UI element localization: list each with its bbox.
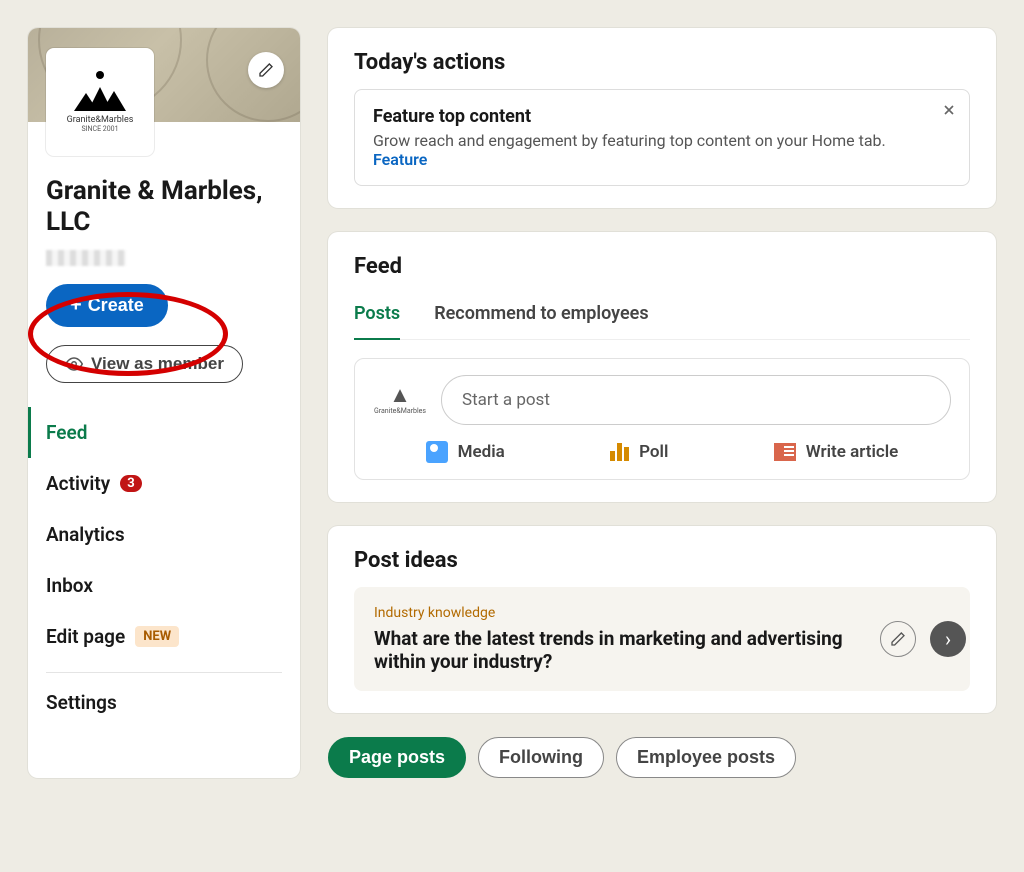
feed-filter-pills: Page posts Following Employee posts: [328, 737, 996, 778]
view-as-member-button[interactable]: View as member: [46, 345, 243, 383]
sidebar-nav: Feed Activity 3 Analytics Inbox Edit pag…: [46, 407, 282, 728]
nav-separator: [46, 672, 282, 673]
media-icon: [426, 441, 448, 463]
logo-brand: Granite&Marbles: [67, 115, 134, 125]
company-logo: Granite&Marbles SINCE 2001: [46, 48, 154, 156]
plus-icon: +: [70, 294, 82, 317]
new-badge: NEW: [135, 626, 179, 647]
sidebar-item-label: Edit page: [46, 625, 125, 648]
compose-media-button[interactable]: Media: [426, 441, 505, 463]
chevron-right-icon: ›: [945, 627, 951, 651]
cover-image: Granite&Marbles SINCE 2001: [28, 28, 300, 122]
sidebar-item-label: Feed: [46, 421, 87, 444]
create-button-label: Create: [88, 295, 144, 316]
sidebar-item-settings[interactable]: Settings: [28, 677, 282, 728]
compose-action-label: Media: [458, 442, 505, 462]
post-ideas-title: Post ideas: [354, 548, 970, 573]
create-button[interactable]: + Create: [46, 284, 168, 327]
feed-tabs: Posts Recommend to employees: [354, 293, 970, 340]
pill-employee-posts[interactable]: Employee posts: [616, 737, 796, 778]
sidebar-item-label: Settings: [46, 691, 117, 714]
sidebar-item-inbox[interactable]: Inbox: [28, 560, 282, 611]
pencil-icon: [258, 62, 274, 78]
post-idea-item: Industry knowledge What are the latest t…: [354, 587, 970, 691]
edit-cover-button[interactable]: [248, 52, 284, 88]
pill-page-posts[interactable]: Page posts: [328, 737, 466, 778]
todays-actions-title: Today's actions: [354, 50, 970, 75]
dismiss-action-button[interactable]: [941, 102, 957, 123]
pencil-icon: [890, 631, 906, 647]
next-post-idea-button[interactable]: ›: [930, 621, 966, 657]
feed-card: Feed Posts Recommend to employees ▲ Gran…: [328, 232, 996, 502]
compose-action-label: Poll: [639, 442, 668, 462]
sidebar-item-label: Inbox: [46, 574, 93, 597]
tab-recommend[interactable]: Recommend to employees: [434, 293, 648, 340]
sidebar-item-edit-page[interactable]: Edit page NEW: [28, 611, 282, 662]
close-icon: [941, 102, 957, 118]
action-item: Feature top content Grow reach and engag…: [354, 89, 970, 186]
sidebar-item-activity[interactable]: Activity 3: [28, 458, 282, 509]
feature-link[interactable]: Feature: [373, 150, 427, 169]
todays-actions-card: Today's actions Feature top content Grow…: [328, 28, 996, 208]
compose-avatar: ▲ Granite&Marbles: [373, 385, 427, 415]
sidebar-item-label: Analytics: [46, 523, 125, 546]
logo-since: SINCE 2001: [81, 125, 118, 133]
redacted-info: [46, 250, 126, 266]
edit-post-idea-button[interactable]: [880, 621, 916, 657]
compose-poll-button[interactable]: Poll: [610, 441, 668, 463]
start-post-input[interactable]: Start a post: [441, 375, 951, 425]
post-ideas-card: Post ideas Industry knowledge What are t…: [328, 526, 996, 713]
article-icon: [774, 443, 796, 461]
post-idea-category: Industry knowledge: [374, 605, 950, 621]
action-item-desc: Grow reach and engagement by featuring t…: [373, 131, 913, 169]
pill-following[interactable]: Following: [478, 737, 604, 778]
post-idea-question: What are the latest trends in marketing …: [374, 627, 854, 673]
sidebar-item-label: Activity: [46, 472, 110, 495]
sidebar-item-feed[interactable]: Feed: [28, 407, 282, 458]
activity-badge: 3: [120, 475, 141, 492]
compose-box: ▲ Granite&Marbles Start a post Media Pol…: [354, 358, 970, 480]
sidebar-item-analytics[interactable]: Analytics: [28, 509, 282, 560]
tab-posts[interactable]: Posts: [354, 293, 400, 340]
compose-article-button[interactable]: Write article: [774, 441, 899, 463]
eye-icon: [65, 355, 83, 373]
sidebar: Granite&Marbles SINCE 2001 Granite & Mar…: [28, 28, 300, 778]
feed-title: Feed: [354, 254, 970, 279]
compose-action-label: Write article: [806, 442, 899, 462]
main-content: Today's actions Feature top content Grow…: [328, 28, 996, 778]
company-name: Granite & Marbles, LLC: [46, 176, 282, 238]
action-item-title: Feature top content: [373, 106, 951, 127]
view-as-member-label: View as member: [91, 354, 224, 374]
poll-icon: [610, 443, 629, 461]
